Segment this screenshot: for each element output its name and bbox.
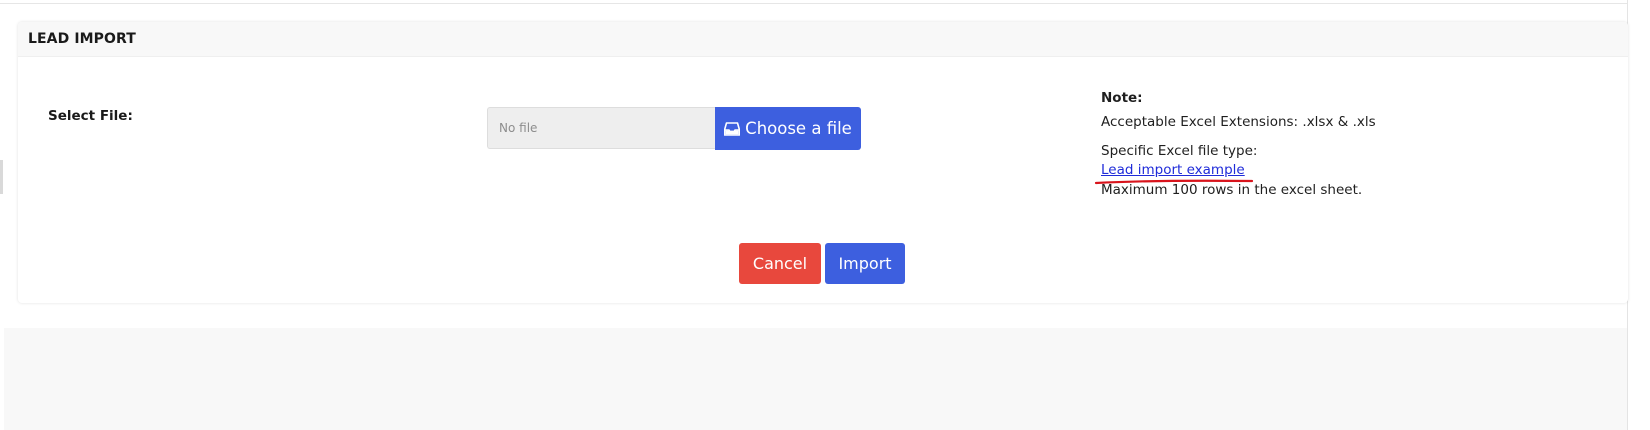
lead-import-card: LEAD IMPORT Select File: No file Choose … (18, 22, 1628, 303)
top-divider (0, 0, 1627, 4)
note-max-rows: Maximum 100 rows in the excel sheet. (1101, 182, 1363, 198)
inbox-tray-icon (724, 121, 741, 137)
choose-file-button[interactable]: Choose a file (715, 107, 861, 150)
select-file-label: Select File: (48, 108, 133, 124)
file-placeholder: No file (499, 121, 538, 135)
import-button[interactable]: Import (825, 243, 905, 284)
cancel-button[interactable]: Cancel (739, 243, 821, 284)
note-extensions: Acceptable Excel Extensions: .xlsx & .xl… (1101, 114, 1376, 130)
note-file-type: Specific Excel file type: (1101, 143, 1258, 159)
page: LEAD IMPORT Select File: No file Choose … (0, 0, 1650, 430)
note-panel: Note: Acceptable Excel Extensions: .xlsx… (1101, 88, 1571, 200)
card-title: LEAD IMPORT (28, 31, 136, 47)
note-title: Note: (1101, 90, 1143, 106)
file-name-field[interactable]: No file (487, 107, 715, 149)
page-background-area (4, 328, 1627, 430)
lead-import-example-link[interactable]: Lead import example (1101, 161, 1245, 180)
left-edge-tab (0, 160, 3, 194)
choose-file-label: Choose a file (745, 119, 852, 138)
scrollbar-track[interactable] (1627, 0, 1650, 430)
card-header: LEAD IMPORT (18, 22, 1628, 57)
